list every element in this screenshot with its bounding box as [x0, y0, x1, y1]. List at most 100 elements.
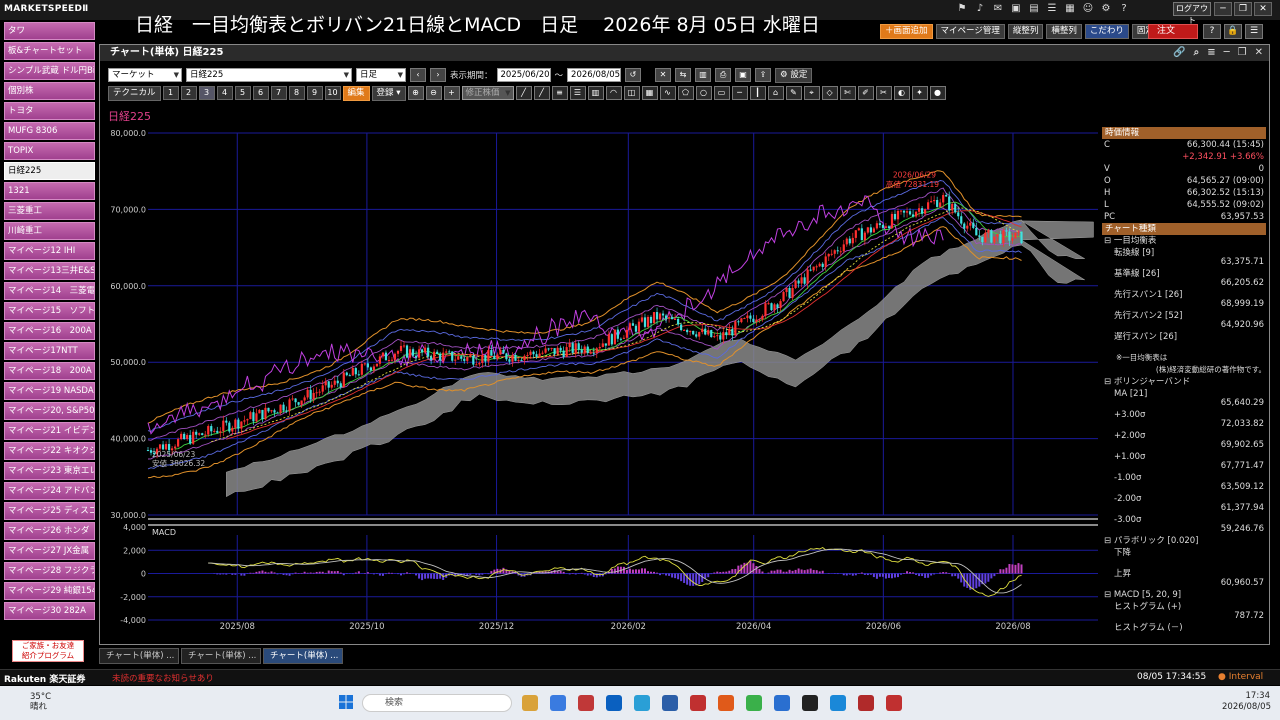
taskbar-app-icon[interactable] — [802, 695, 818, 711]
reset-icon[interactable]: ↺ — [625, 68, 642, 82]
sidebar-item[interactable]: マイページ13三井E&S — [4, 262, 95, 280]
from-date-input[interactable]: 2025/06/20 — [496, 68, 551, 82]
sidebar-item[interactable]: マイページ30 282A — [4, 602, 95, 620]
sidebar-item[interactable]: マイページ22 キオクシ — [4, 442, 95, 460]
sidebar-item[interactable]: 板&チャートセット — [4, 42, 95, 60]
layout-button[interactable]: 1 — [162, 86, 179, 100]
draw-tool-icon[interactable]: ─ — [731, 86, 748, 100]
sidebar-item[interactable]: TOPIX — [4, 142, 95, 160]
zoom-out-icon[interactable]: ⊖ — [425, 86, 442, 100]
draw-tool-icon[interactable]: ○ — [695, 86, 712, 100]
taskbar-app-icon[interactable] — [578, 695, 594, 711]
help-icon[interactable]: ? — [1117, 3, 1131, 15]
window-tab[interactable]: チャート(単体) ... — [263, 648, 343, 664]
taskbar-clock[interactable]: 17:34 2026/08/05 — [1222, 691, 1271, 713]
taskbar-app-icon[interactable] — [634, 695, 650, 711]
menu-icon[interactable]: ☰ — [1245, 24, 1263, 39]
calc-icon[interactable]: ▣ — [1009, 3, 1023, 15]
draw-tool-icon[interactable]: ⬠ — [677, 86, 694, 100]
bell-icon[interactable]: ♪ — [973, 3, 987, 15]
draw-tool-icon[interactable]: ✎ — [785, 86, 802, 100]
sidebar-item[interactable]: マイページ15 ソフトバ — [4, 302, 95, 320]
window-tab[interactable]: チャート(単体) ... — [99, 648, 179, 664]
draw-tool-icon[interactable]: ▭ — [713, 86, 730, 100]
next-arrow-icon[interactable]: › — [430, 68, 446, 82]
save-icon[interactable]: ▣ — [735, 68, 752, 82]
restore-button[interactable]: ❐ — [1234, 2, 1252, 16]
layout-button[interactable]: 7 — [270, 86, 287, 100]
sidebar-item[interactable]: マイページ24 アドバン — [4, 482, 95, 500]
sidebar-item[interactable]: 川崎重工 — [4, 222, 95, 240]
taskbar-search[interactable]: 検索 — [362, 694, 512, 712]
sidebar-item[interactable]: マイページ14 三菱電 — [4, 282, 95, 300]
horizontal-align-button[interactable]: 横整列 — [1046, 24, 1082, 39]
draw-tool-icon[interactable]: ☰ — [569, 86, 586, 100]
layout-button[interactable]: 9 — [306, 86, 323, 100]
draw-tool-icon[interactable]: ∿ — [659, 86, 676, 100]
sidebar-item[interactable]: マイページ12 IHI — [4, 242, 95, 260]
chart-area[interactable]: 80,000.0 70,000.0 60,000.0 50,000.0 40,000.0… — [100, 115, 1100, 640]
window-tab[interactable]: チャート(単体) ... — [181, 648, 261, 664]
settings-button[interactable]: ⚙ 設定 — [775, 67, 813, 83]
draw-tool-icon[interactable]: ● — [929, 86, 946, 100]
close-icon[interactable]: ✕ — [1255, 45, 1263, 61]
weather-widget[interactable]: 35°C 晴れ — [30, 692, 51, 712]
draw-tool-icon[interactable]: ⌖ — [803, 86, 820, 100]
zoom-in-icon[interactable]: ⊕ — [407, 86, 424, 100]
taskbar-app-icon[interactable] — [746, 695, 762, 711]
prev-arrow-icon[interactable]: ‹ — [410, 68, 426, 82]
layout-button[interactable]: 10 — [324, 86, 341, 100]
sidebar-item[interactable]: マイページ29 純銀154 — [4, 582, 95, 600]
minimize-button[interactable]: ─ — [1214, 2, 1232, 16]
sidebar-item[interactable]: マイページ18 200A — [4, 362, 95, 380]
draw-tool-icon[interactable]: ◫ — [623, 86, 640, 100]
sidebar-item[interactable]: マイページ17NTT — [4, 342, 95, 360]
draw-tool-icon[interactable]: ◐ — [893, 86, 910, 100]
kodawari-button[interactable]: こだわり — [1084, 24, 1129, 39]
gear-icon[interactable]: ⚙ — [1099, 3, 1113, 15]
order-button[interactable]: 注文 — [1148, 24, 1198, 39]
register-button[interactable]: 登録 ▾ — [371, 85, 406, 101]
grid-icon[interactable]: ▦ — [1063, 3, 1077, 15]
compare-icon[interactable]: ⇆ — [675, 68, 692, 82]
print-icon[interactable]: ⎙ — [715, 68, 732, 82]
sidebar-item[interactable]: マイページ28 フジクラ — [4, 562, 95, 580]
sidebar-item[interactable]: マイページ19 NASDA — [4, 382, 95, 400]
draw-tool-icon[interactable]: ✐ — [857, 86, 874, 100]
draw-tool-icon[interactable]: ⌂ — [767, 86, 784, 100]
draw-tool-icon[interactable]: ◇ — [821, 86, 838, 100]
layout-button[interactable]: 5 — [234, 86, 251, 100]
chart-type-icon[interactable]: ▥ — [695, 68, 712, 82]
symbol-select[interactable]: 日経225 — [186, 68, 352, 82]
draw-tool-icon[interactable]: ✂ — [875, 86, 892, 100]
draw-tool-icon[interactable]: ✄ — [839, 86, 856, 100]
sidebar-item[interactable]: マイページ21 イビデン — [4, 422, 95, 440]
windows-start-icon[interactable] — [338, 694, 354, 710]
restore-icon[interactable]: ❐ — [1238, 45, 1247, 61]
draw-tool-icon[interactable]: ╱ — [533, 86, 550, 100]
sidebar-item[interactable]: シンプル武蔵 ドル円Big — [4, 62, 95, 80]
news-icon[interactable]: ✉ — [991, 3, 1005, 15]
sidebar-item[interactable]: 三菱重工 — [4, 202, 95, 220]
crosshair-icon[interactable]: ✕ — [655, 68, 672, 82]
sidebar-item[interactable]: マイページ27 JX金属 — [4, 542, 95, 560]
sidebar-item[interactable]: マイページ16 200A — [4, 322, 95, 340]
sidebar-item[interactable]: 日経225 — [4, 162, 95, 180]
sidebar-item[interactable]: マイページ25 ディスコ — [4, 502, 95, 520]
draw-tool-icon[interactable]: ✦ — [911, 86, 928, 100]
taskbar-app-icon[interactable] — [606, 695, 622, 711]
list-icon[interactable]: ☰ — [1045, 3, 1059, 15]
export-icon[interactable]: ⇪ — [755, 68, 772, 82]
mypage-manage-button[interactable]: マイページ管理 — [935, 24, 1005, 39]
sidebar-item[interactable]: マイページ20, S&P50 — [4, 402, 95, 420]
layout-button[interactable]: 4 — [216, 86, 233, 100]
period-select[interactable]: 日足 — [356, 68, 406, 82]
market-select[interactable]: マーケット — [108, 68, 182, 82]
sidebar-item[interactable]: MUFG 8306 — [4, 122, 95, 140]
layout-button[interactable]: 3 — [198, 86, 215, 100]
chart-icon[interactable]: ▤ — [1027, 3, 1041, 15]
to-date-input[interactable]: 2026/08/05 — [567, 68, 622, 82]
search-icon[interactable]: ⌕ — [1194, 45, 1200, 61]
menu-icon[interactable]: ≡ — [1207, 45, 1215, 61]
draw-tool-icon[interactable]: ╱ — [515, 86, 532, 100]
